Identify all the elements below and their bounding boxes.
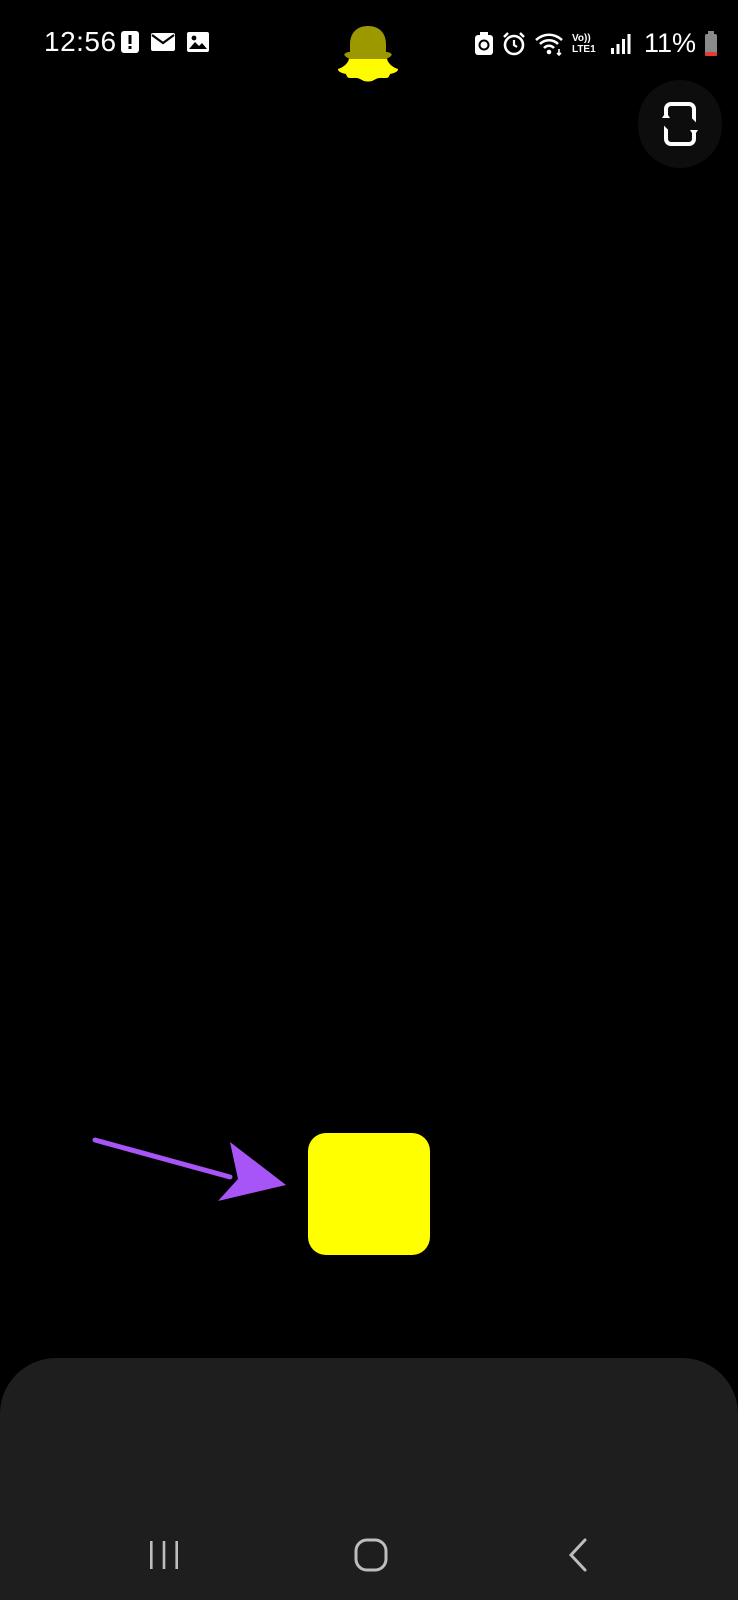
recent-apps-icon [150, 1541, 178, 1569]
signal-icon [610, 33, 631, 54]
mail-icon [151, 33, 175, 51]
back-icon [568, 1538, 587, 1572]
status-time: 12:56 [44, 26, 117, 57]
pointer-arrow-icon [92, 1137, 286, 1201]
battery-percentage: 11% [643, 28, 696, 58]
volte-icon: Vo)) LTE1 [572, 33, 602, 55]
recent-apps-button[interactable] [134, 1530, 194, 1580]
battery-saver-icon [474, 31, 493, 55]
status-bar: 12:56 Vo)) LTE1 11% [0, 0, 738, 90]
image-icon [187, 32, 209, 52]
record-stop-button[interactable] [308, 1133, 430, 1255]
home-icon [354, 1538, 388, 1572]
wifi-icon [535, 32, 563, 56]
snapchat-ghost-icon[interactable] [336, 22, 400, 86]
flip-camera-button[interactable] [638, 80, 722, 168]
home-button[interactable] [341, 1530, 401, 1580]
flip-camera-icon [658, 102, 702, 146]
battery-icon [705, 30, 717, 56]
volte-label: Vo)) LTE1 [571, 32, 596, 55]
status-system-icons: Vo)) LTE1 11% [474, 28, 718, 59]
back-button[interactable] [548, 1530, 608, 1580]
status-notification-icons [120, 30, 210, 54]
alert-icon [121, 31, 139, 53]
alarm-icon [503, 31, 525, 55]
